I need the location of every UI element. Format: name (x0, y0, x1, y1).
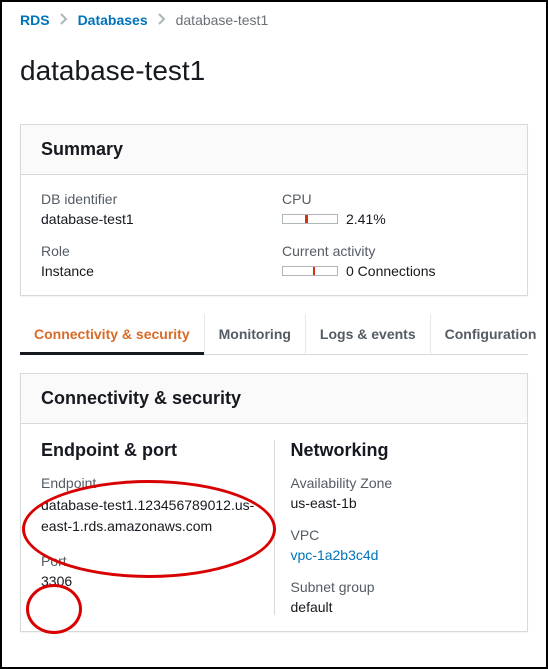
db-identifier-value: database-test1 (41, 211, 266, 227)
connectivity-panel: Connectivity & security Endpoint & port … (20, 373, 528, 632)
endpoint-label: Endpoint (41, 475, 258, 491)
role-label: Role (41, 243, 266, 259)
endpoint-field: Endpoint database-test1.123456789012.us-… (41, 475, 258, 537)
az-label: Availability Zone (291, 475, 508, 491)
port-field: Port 3306 (41, 553, 258, 589)
subnet-label: Subnet group (291, 579, 508, 595)
tabs: Connectivity & security Monitoring Logs … (20, 314, 528, 355)
cpu-value: 2.41% (346, 211, 386, 227)
summary-heading: Summary (21, 125, 527, 175)
tab-logs-events[interactable]: Logs & events (306, 314, 431, 354)
networking-heading: Networking (291, 440, 508, 461)
tab-connectivity-security[interactable]: Connectivity & security (20, 314, 205, 354)
activity-label: Current activity (282, 243, 507, 259)
cpu-bar (282, 214, 338, 224)
db-identifier-field: DB identifier database-test1 (41, 191, 266, 227)
breadcrumb-current: database-test1 (176, 12, 269, 28)
breadcrumb-link-databases[interactable]: Databases (78, 12, 148, 28)
activity-bar (282, 266, 338, 276)
activity-value: 0 Connections (346, 263, 436, 279)
vpc-label: VPC (291, 527, 508, 543)
role-value: Instance (41, 263, 266, 279)
page-title: database-test1 (2, 53, 546, 105)
tab-monitoring[interactable]: Monitoring (205, 314, 306, 354)
chevron-right-icon (60, 12, 68, 28)
az-field: Availability Zone us-east-1b (291, 475, 508, 511)
endpoint-value: database-test1.123456789012.us-east-1.rd… (41, 495, 258, 537)
port-label: Port (41, 553, 258, 569)
summary-panel: Summary DB identifier database-test1 Rol… (20, 124, 528, 296)
vpc-link[interactable]: vpc-1a2b3c4d (291, 547, 379, 563)
subnet-value: default (291, 599, 508, 615)
tab-configuration[interactable]: Configuration (431, 314, 548, 354)
breadcrumb: RDS Databases database-test1 (2, 2, 546, 34)
port-value: 3306 (41, 573, 258, 589)
breadcrumb-link-rds[interactable]: RDS (20, 12, 50, 28)
activity-field: Current activity 0 Connections (282, 243, 507, 279)
db-identifier-label: DB identifier (41, 191, 266, 207)
az-value: us-east-1b (291, 495, 508, 511)
vpc-field: VPC vpc-1a2b3c4d (291, 527, 508, 563)
cpu-label: CPU (282, 191, 507, 207)
cpu-field: CPU 2.41% (282, 191, 507, 227)
connectivity-heading: Connectivity & security (21, 374, 527, 424)
role-field: Role Instance (41, 243, 266, 279)
subnet-field: Subnet group default (291, 579, 508, 615)
chevron-right-icon (158, 12, 166, 28)
endpoint-port-heading: Endpoint & port (41, 440, 258, 461)
